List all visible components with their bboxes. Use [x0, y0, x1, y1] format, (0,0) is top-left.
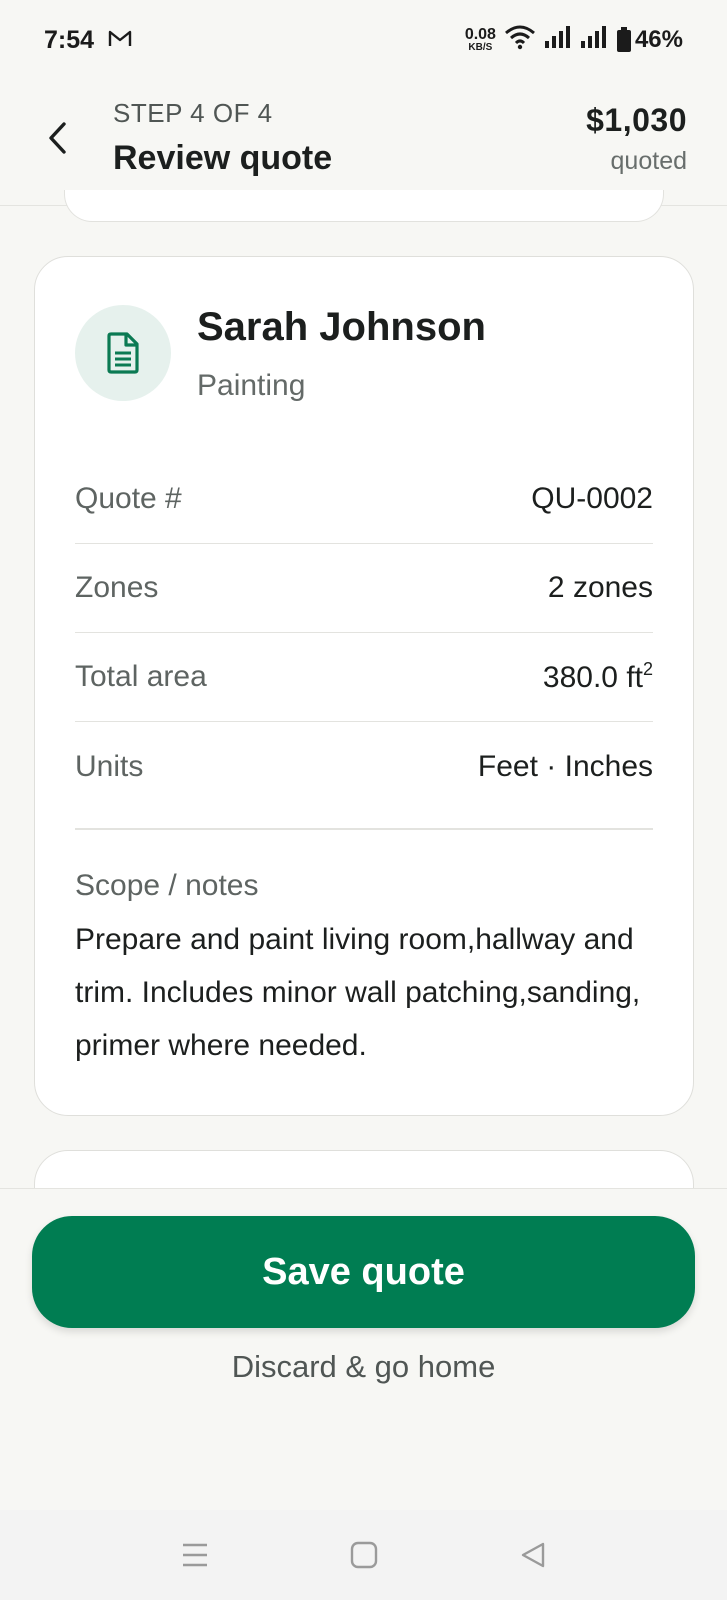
- page-title: Review quote: [113, 139, 333, 177]
- total-amount: $1,030: [586, 102, 687, 138]
- nav-back-button[interactable]: [508, 1530, 558, 1580]
- gmail-icon: [108, 26, 132, 55]
- scope-label: Scope / notes: [75, 869, 259, 902]
- nav-home-button[interactable]: [339, 1530, 389, 1580]
- detail-value-area: 380.0 ft2: [543, 659, 653, 695]
- status-right: 0.08 KB/S 46%: [465, 24, 683, 57]
- header-titles: STEP 4 OF 4 Review quote: [113, 98, 332, 178]
- net-speed-value: 0.08: [464, 26, 496, 43]
- scope-text: Prepare and paint living room,hallway an…: [75, 923, 641, 1062]
- document-icon: [107, 332, 139, 374]
- detail-row-units: Units Feet · Inches: [75, 722, 653, 811]
- status-bar: 7:54 0.08 KB/S 46%: [0, 0, 727, 80]
- area-unit-exponent: 2: [642, 659, 653, 679]
- detail-label: Quote #: [75, 482, 182, 515]
- signal-icon: [544, 25, 572, 56]
- quote-summary-card: Sarah Johnson Painting Quote # QU-0002 Z…: [34, 256, 694, 1116]
- detail-value: Feet · Inches: [477, 749, 653, 783]
- detail-label: Zones: [75, 571, 159, 604]
- back-triangle-icon: [521, 1542, 544, 1568]
- chevron-left-icon: [49, 122, 66, 154]
- battery-percent: 46%: [634, 26, 683, 53]
- net-speed-unit: KB/S: [468, 42, 493, 53]
- previous-card-edge: [64, 190, 664, 222]
- menu-icon: [182, 1543, 207, 1567]
- detail-row-total-area: Total area 380.0 ft2: [75, 633, 653, 722]
- area-value: 380.0 ft: [542, 661, 643, 694]
- nav-menu-button[interactable]: [170, 1530, 220, 1580]
- divider: [75, 828, 653, 830]
- step-indicator: STEP 4 OF 4: [113, 98, 273, 128]
- home-square-icon: [350, 1541, 377, 1569]
- status-left: 7:54: [44, 26, 132, 55]
- net-speed: 0.08 KB/S: [465, 27, 496, 53]
- detail-value: 2 zones: [547, 571, 653, 604]
- system-nav-bar: [0, 1510, 727, 1600]
- quote-details: Quote # QU-0002 Zones 2 zones Total area…: [75, 455, 653, 811]
- avatar: [75, 305, 171, 401]
- wifi-icon: [504, 24, 536, 57]
- detail-label: Total area: [75, 660, 207, 693]
- total-label: quoted: [610, 147, 687, 175]
- page-header: STEP 4 OF 4 Review quote $1,030 quoted: [0, 80, 727, 206]
- signal-icon-2: [580, 25, 608, 56]
- detail-row-zones: Zones 2 zones: [75, 544, 653, 633]
- footer-actions: Save quote Discard & go home: [0, 1188, 727, 1510]
- client-name: Sarah Johnson: [197, 305, 486, 349]
- client-trade: Painting: [197, 369, 306, 402]
- discard-link[interactable]: Discard & go home: [0, 1349, 727, 1385]
- detail-value: QU-0002: [531, 482, 653, 515]
- detail-row-quote-number: Quote # QU-0002: [75, 455, 653, 544]
- back-button[interactable]: [36, 116, 80, 160]
- battery-icon: [616, 27, 631, 52]
- save-quote-button[interactable]: Save quote: [32, 1216, 695, 1328]
- status-time: 7:54: [44, 25, 95, 54]
- detail-label: Units: [75, 749, 144, 783]
- battery: 46%: [616, 26, 683, 54]
- quote-total: $1,030 quoted: [586, 102, 687, 176]
